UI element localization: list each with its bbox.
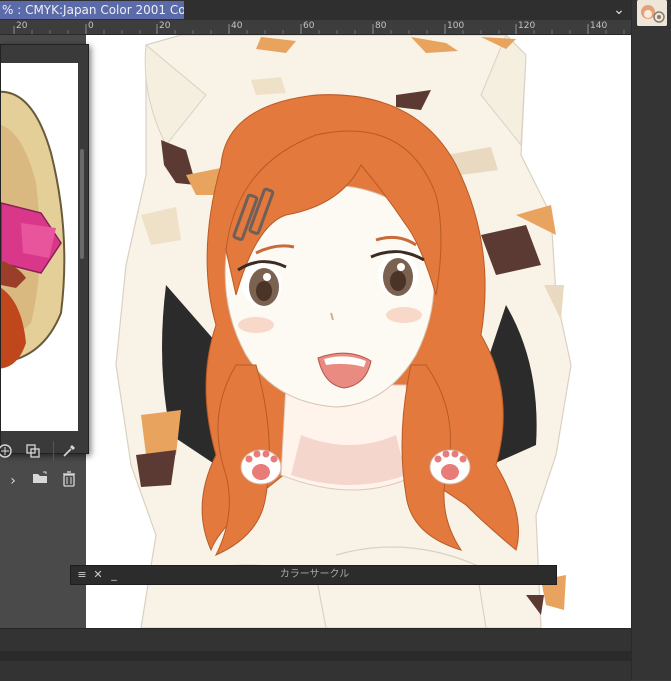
ruler-label: 0 [88, 21, 94, 31]
horizontal-scrollbar-track[interactable] [0, 651, 631, 661]
ruler-label: 60 [303, 21, 315, 31]
artwork-illustration [115, 35, 572, 628]
chevron-right-icon[interactable]: › [3, 471, 23, 491]
horizontal-ruler: 20 0 20 40 60 80 100 120 140 [0, 20, 631, 35]
user-avatar[interactable] [637, 0, 667, 26]
ruler-label: 20 [16, 21, 28, 31]
navigator-scrollbar[interactable] [80, 149, 84, 259]
navigator-panel[interactable]: › [0, 44, 89, 489]
toolbar-separator [53, 441, 54, 461]
avatar-icon [637, 0, 667, 26]
navigator-toolbar: › [0, 437, 90, 497]
navigator-preview[interactable] [1, 63, 78, 431]
color-circle-panel[interactable]: カラーサークル ≡ ✕ _ [70, 565, 557, 585]
bottom-status-bar [0, 628, 631, 681]
ruler-label: 20 [159, 21, 171, 31]
ruler-label: 140 [590, 21, 608, 31]
ruler-label: 100 [447, 21, 465, 31]
color-circle-title: カラーサークル [279, 569, 350, 580]
close-icon[interactable]: ✕ [91, 566, 105, 584]
flip-icon[interactable] [23, 443, 43, 463]
canvas-paper[interactable] [86, 35, 631, 628]
paw-right [429, 449, 471, 485]
trash-icon[interactable] [59, 471, 79, 491]
preview-thumbnail [1, 90, 66, 369]
paw-left [240, 449, 282, 485]
ruler-label: 40 [231, 21, 243, 31]
menu-icon[interactable]: ≡ [75, 566, 89, 584]
ruler-ticks [13, 24, 625, 34]
ruler-label: 120 [518, 21, 536, 31]
eyedropper-icon[interactable] [59, 443, 79, 463]
right-panel-strip [631, 0, 671, 680]
chevron-down-icon[interactable]: ⌄ [608, 0, 630, 20]
document-tab[interactable]: % : CMYK:Japan Color 2001 Coated) [0, 1, 184, 19]
minimize-icon[interactable]: _ [107, 566, 121, 584]
rotate-icon[interactable] [0, 443, 15, 463]
ruler-label: 80 [375, 21, 387, 31]
folder-open-icon[interactable] [31, 471, 51, 491]
document-tab-bar: % : CMYK:Japan Color 2001 Coated) ⌄ [0, 0, 631, 20]
